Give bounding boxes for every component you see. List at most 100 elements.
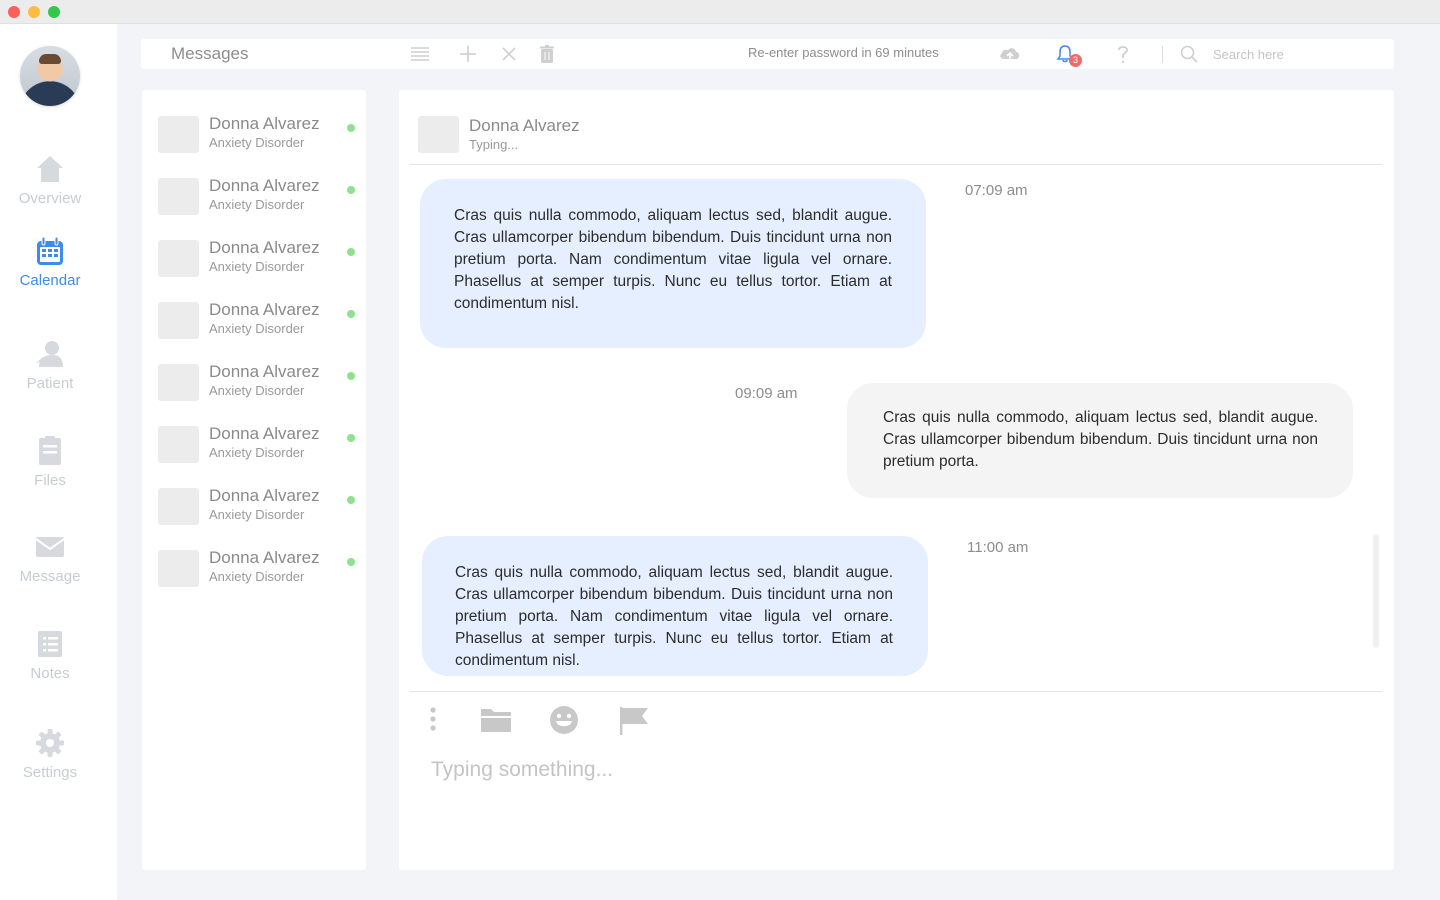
contact-name: Donna Alvarez — [209, 300, 320, 319]
envelope-icon — [35, 537, 65, 557]
message-text: Cras quis nulla commodo, aliquam lectus … — [454, 207, 892, 312]
search-input[interactable] — [1213, 43, 1383, 65]
sidebar-item-settings[interactable]: Settings — [0, 726, 100, 781]
chat-header: Donna Alvarez Typing... — [399, 90, 1394, 166]
chat-typing-status: Typing... — [469, 137, 519, 152]
contact-item[interactable]: Donna Alvarez Anxiety Disorder — [158, 548, 358, 588]
search-icon[interactable] — [1179, 44, 1199, 64]
contact-avatar — [158, 550, 199, 587]
window-minimize-button[interactable] — [28, 6, 40, 18]
contact-condition: Anxiety Disorder — [209, 383, 305, 398]
online-status-dot — [347, 558, 355, 566]
message-scrollbar[interactable] — [1373, 534, 1379, 648]
contact-item[interactable]: Donna Alvarez Anxiety Disorder — [158, 176, 358, 216]
contact-name: Donna Alvarez — [209, 424, 320, 443]
contact-item[interactable]: Donna Alvarez Anxiety Disorder — [158, 424, 358, 464]
sidebar-item-overview[interactable]: Overview — [0, 152, 100, 207]
contact-item[interactable]: Donna Alvarez Anxiety Disorder — [158, 362, 358, 402]
gear-icon — [36, 729, 64, 757]
contact-condition: Anxiety Disorder — [209, 445, 305, 460]
flag-icon[interactable] — [618, 704, 650, 736]
chat-header-divider — [410, 164, 1382, 165]
avatar[interactable] — [20, 46, 80, 106]
contact-condition: Anxiety Disorder — [209, 569, 305, 584]
sidebar-item-calendar[interactable]: Calendar — [0, 234, 100, 289]
message-text: Cras quis nulla commodo, aliquam lectus … — [883, 409, 1318, 470]
chat-panel: Donna Alvarez Typing... Cras quis nulla … — [399, 90, 1394, 870]
message-bubble-outgoing: Cras quis nulla commodo, aliquam lectus … — [847, 383, 1353, 498]
window-close-button[interactable] — [8, 6, 20, 18]
sidebar-item-label: Notes — [30, 665, 70, 682]
online-status-dot — [347, 248, 355, 256]
sidebar-item-notes[interactable]: Notes — [0, 627, 100, 682]
online-status-dot — [347, 310, 355, 318]
password-reentry-notice: Re-enter password in 69 minutes — [748, 45, 939, 60]
contact-avatar — [158, 426, 199, 463]
cloud-upload-icon[interactable] — [998, 44, 1022, 64]
contact-name: Donna Alvarez — [209, 176, 320, 195]
contact-condition: Anxiety Disorder — [209, 135, 305, 150]
window-maximize-button[interactable] — [48, 6, 60, 18]
message-bubble-incoming: Cras quis nulla commodo, aliquam lectus … — [420, 179, 926, 348]
message-input[interactable] — [431, 754, 1331, 786]
patient-icon — [36, 341, 63, 367]
contact-item[interactable]: Donna Alvarez Anxiety Disorder — [158, 238, 358, 278]
contact-condition: Anxiety Disorder — [209, 197, 305, 212]
notification-badge: 3 — [1069, 54, 1082, 67]
folder-icon[interactable] — [480, 704, 512, 736]
more-vertical-icon[interactable] — [417, 704, 449, 736]
window-titlebar — [0, 0, 1440, 24]
notes-icon — [38, 631, 62, 657]
sidebar-item-label: Settings — [22, 764, 78, 781]
sidebar-item-patient[interactable]: Patient — [0, 337, 100, 392]
calendar-icon — [37, 236, 63, 265]
message-time: 07:09 am — [965, 182, 1028, 199]
close-icon[interactable] — [499, 44, 519, 64]
contact-avatar — [158, 116, 199, 153]
online-status-dot — [347, 434, 355, 442]
contact-avatar — [158, 178, 199, 215]
composer-divider — [410, 691, 1382, 692]
sidebar-item-label: Files — [34, 472, 66, 489]
files-icon — [39, 436, 61, 465]
message-time: 09:09 am — [735, 385, 798, 402]
home-icon — [37, 156, 63, 182]
plus-icon[interactable] — [458, 44, 478, 64]
contact-item[interactable]: Donna Alvarez Anxiety Disorder — [158, 300, 358, 340]
contact-avatar — [158, 302, 199, 339]
contact-name: Donna Alvarez — [209, 548, 320, 567]
online-status-dot — [347, 124, 355, 132]
message-text: Cras quis nulla commodo, aliquam lectus … — [455, 564, 893, 669]
contact-condition: Anxiety Disorder — [209, 507, 305, 522]
list-icon[interactable] — [410, 44, 430, 64]
online-status-dot — [347, 372, 355, 380]
sidebar: Overview Calendar Patient Files Message … — [0, 24, 117, 900]
help-icon[interactable] — [1113, 44, 1133, 64]
contact-name: Donna Alvarez — [209, 486, 320, 505]
contact-name: Donna Alvarez — [209, 362, 320, 381]
contact-name: Donna Alvarez — [209, 114, 320, 133]
message-bubble-incoming: Cras quis nulla commodo, aliquam lectus … — [422, 536, 928, 676]
online-status-dot — [347, 186, 355, 194]
chat-contact-name: Donna Alvarez — [469, 116, 580, 135]
contact-avatar — [158, 488, 199, 525]
sidebar-item-message[interactable]: Message — [0, 530, 100, 585]
toolbar-divider — [1162, 46, 1163, 63]
message-list: Cras quis nulla commodo, aliquam lectus … — [399, 166, 1394, 676]
contact-avatar — [158, 240, 199, 277]
sidebar-item-label: Calendar — [19, 272, 81, 289]
message-time: 11:00 am — [967, 539, 1029, 556]
sidebar-item-label: Message — [19, 568, 81, 585]
contact-list: Donna Alvarez Anxiety Disorder Donna Alv… — [142, 90, 366, 870]
contact-item[interactable]: Donna Alvarez Anxiety Disorder — [158, 114, 358, 154]
sidebar-item-files[interactable]: Files — [0, 434, 100, 489]
page-title: Messages — [171, 44, 249, 63]
top-toolbar: Messages Re-enter password in 69 minutes… — [141, 39, 1394, 69]
online-status-dot — [347, 496, 355, 504]
chat-contact-avatar — [418, 116, 459, 153]
emoji-icon[interactable] — [548, 704, 580, 736]
sidebar-item-label: Patient — [26, 375, 74, 392]
sidebar-item-label: Overview — [18, 190, 82, 207]
contact-item[interactable]: Donna Alvarez Anxiety Disorder — [158, 486, 358, 526]
trash-icon[interactable] — [537, 44, 557, 64]
